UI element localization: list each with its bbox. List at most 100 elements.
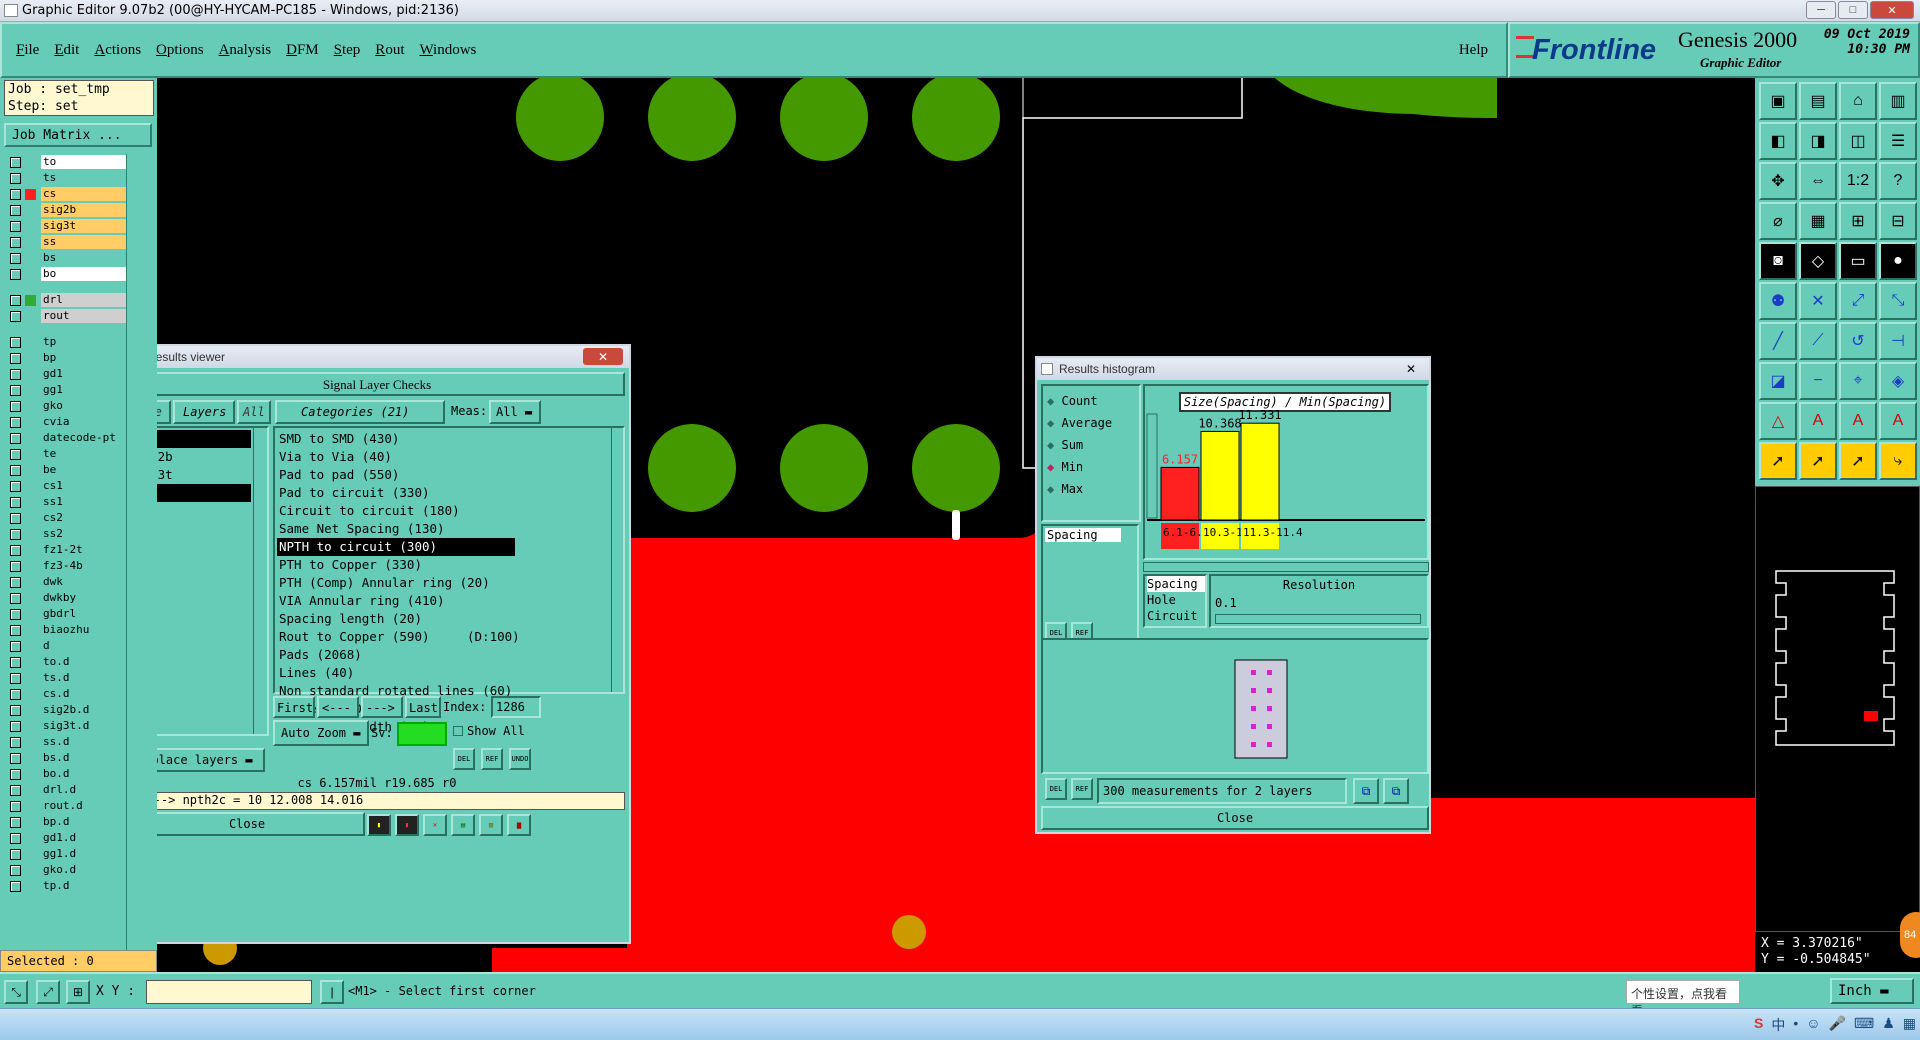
layers-button[interactable]: Layers <box>173 400 235 424</box>
layer-name[interactable]: ts.d <box>41 671 127 685</box>
layer-name[interactable]: ss <box>41 235 127 249</box>
layer-name[interactable]: tp.d <box>41 879 127 893</box>
menu-windows[interactable]: Windows <box>419 42 476 59</box>
none-button[interactable]: None <box>157 400 171 424</box>
layer-row[interactable]: gg1.d <box>4 846 127 862</box>
preview-ref-button[interactable]: REF <box>1071 778 1093 800</box>
layer-checkbox[interactable] <box>10 172 21 184</box>
category-item[interactable]: PTH to Copper (330) <box>277 556 515 574</box>
layer-name[interactable]: tp <box>41 335 127 349</box>
tool-grid-icon[interactable]: ▦ <box>1799 202 1837 240</box>
layer-row[interactable]: datecode-pt <box>4 430 127 446</box>
tool-snapshot-icon[interactable]: ◙ <box>1759 242 1797 280</box>
delete-result-icon[interactable]: ✕ <box>423 814 447 836</box>
export-icon[interactable]: ▮ <box>395 814 419 836</box>
layer-row[interactable]: cs1 <box>4 478 127 494</box>
layer-row[interactable]: bo <box>4 266 127 282</box>
layer-name[interactable]: gg1 <box>41 383 127 397</box>
layer-name[interactable]: rout <box>41 309 127 323</box>
undo-button[interactable]: UNDO <box>509 748 531 770</box>
menu-rout[interactable]: Rout <box>375 42 404 59</box>
categories-button[interactable]: Categories (21) <box>275 400 445 424</box>
histogram-icon[interactable]: ▆ <box>507 814 531 836</box>
report-icon[interactable]: ▮ <box>367 814 391 836</box>
tool-pad-icon[interactable]: ● <box>1879 242 1917 280</box>
tool-measure-icon[interactable]: ⌖ <box>1839 362 1877 400</box>
layer-name[interactable]: gko <box>41 399 127 413</box>
tool-pointer-d-icon[interactable]: ⤷ <box>1879 442 1917 480</box>
layer-name[interactable]: ss.d <box>41 735 127 749</box>
close-window-button[interactable]: ✕ <box>1870 1 1914 19</box>
all-button[interactable]: All <box>237 400 271 424</box>
layer-row[interactable]: bs.d <box>4 750 127 766</box>
layer-name[interactable]: fz3-4b <box>41 559 127 573</box>
layer-row[interactable]: cs.d <box>4 686 127 702</box>
keyboard-icon[interactable]: ⌨ <box>1854 1015 1874 1035</box>
layer-name[interactable]: bo <box>41 267 127 281</box>
layer-name[interactable]: sig3t.d <box>41 719 127 733</box>
layer-checkbox[interactable] <box>10 188 21 200</box>
layer-checkbox[interactable] <box>10 368 21 380</box>
layer-row[interactable]: fz1-2t <box>4 542 127 558</box>
layer-name[interactable]: gg1.d <box>41 847 127 861</box>
results-close-button[interactable]: Close <box>157 812 365 836</box>
emoji-icon[interactable]: ☺ <box>1806 1015 1820 1035</box>
tool-draw-line-icon[interactable]: ╱ <box>1759 322 1797 360</box>
layer-checkbox[interactable] <box>10 832 21 844</box>
layer-name[interactable]: to <box>41 155 127 169</box>
layer-row[interactable]: sig3t <box>4 218 127 234</box>
show-all-checkbox[interactable] <box>453 726 463 736</box>
floating-widget[interactable]: 84 <box>1900 912 1920 958</box>
layer-checkbox[interactable] <box>10 268 21 280</box>
layer-checkbox[interactable] <box>10 448 21 460</box>
layer-name[interactable]: dwkby <box>41 591 127 605</box>
layer-checkbox[interactable] <box>10 592 21 604</box>
layer-row[interactable]: sig3t.d <box>4 718 127 734</box>
xy-input[interactable] <box>146 980 312 1004</box>
layer-name[interactable]: cs1 <box>41 479 127 493</box>
layer-name[interactable]: bs.d <box>41 751 127 765</box>
layer-row[interactable]: ss1 <box>4 494 127 510</box>
tool-ruler-icon[interactable]: ▭ <box>1839 242 1877 280</box>
category-item[interactable]: NPTH to circuit (300) <box>277 538 515 556</box>
next-button[interactable]: ---> <box>361 696 403 718</box>
category-scrollbar[interactable] <box>611 428 623 692</box>
layer-name[interactable]: gd1.d <box>41 831 127 845</box>
layer-checkbox[interactable] <box>10 480 21 492</box>
layer-name[interactable]: ss1 <box>41 495 127 509</box>
layer-row[interactable]: drl <box>4 292 127 308</box>
tool-open-icon[interactable]: ▤ <box>1799 82 1837 120</box>
layer-row[interactable]: fz3-4b <box>4 558 127 574</box>
overview-map[interactable] <box>1755 486 1920 932</box>
layer-row[interactable]: to.d <box>4 654 127 670</box>
layer-name[interactable]: cs <box>41 187 127 201</box>
ime-settings[interactable]: 个性设置，点我看看 <box>1626 980 1740 1018</box>
mode-option-count[interactable]: ◆ Count <box>1047 390 1112 412</box>
layer-checkbox[interactable] <box>10 816 21 828</box>
layer-row[interactable]: tp.d <box>4 878 127 894</box>
layer-name[interactable]: sig2b.d <box>41 703 127 717</box>
layer-name[interactable]: cs.d <box>41 687 127 701</box>
layer-row[interactable]: tp <box>4 334 127 350</box>
tool-text-c-icon[interactable]: A <box>1879 402 1917 440</box>
layer-row[interactable]: drl.d <box>4 782 127 798</box>
layer-row[interactable]: gbdrl <box>4 606 127 622</box>
layer-row[interactable]: dwk <box>4 574 127 590</box>
tool-copy-icon[interactable]: ◪ <box>1759 362 1797 400</box>
layer-row[interactable]: bp.d <box>4 814 127 830</box>
layer-row[interactable]: gko.d <box>4 862 127 878</box>
last-button[interactable]: Last <box>405 696 441 718</box>
tool-text-b-icon[interactable]: A <box>1839 402 1877 440</box>
result-layer-item[interactable]: cs <box>157 430 251 448</box>
preview-del-button[interactable]: DEL <box>1045 778 1067 800</box>
fit-icon[interactable]: ⧉ <box>1383 778 1409 804</box>
layer-name[interactable]: sig3t <box>41 219 127 233</box>
layer-name[interactable]: cvia <box>41 415 127 429</box>
layer-checkbox[interactable] <box>10 252 21 264</box>
punctuation-icon[interactable]: • <box>1793 1015 1798 1035</box>
layer-row[interactable]: bo.d <box>4 766 127 782</box>
measure-icon[interactable]: ⤢ <box>36 980 60 1004</box>
layer-row[interactable]: gg1 <box>4 382 127 398</box>
tool-scale-icon[interactable]: 1:2 <box>1839 162 1877 200</box>
tool-text-a-icon[interactable]: A <box>1799 402 1837 440</box>
